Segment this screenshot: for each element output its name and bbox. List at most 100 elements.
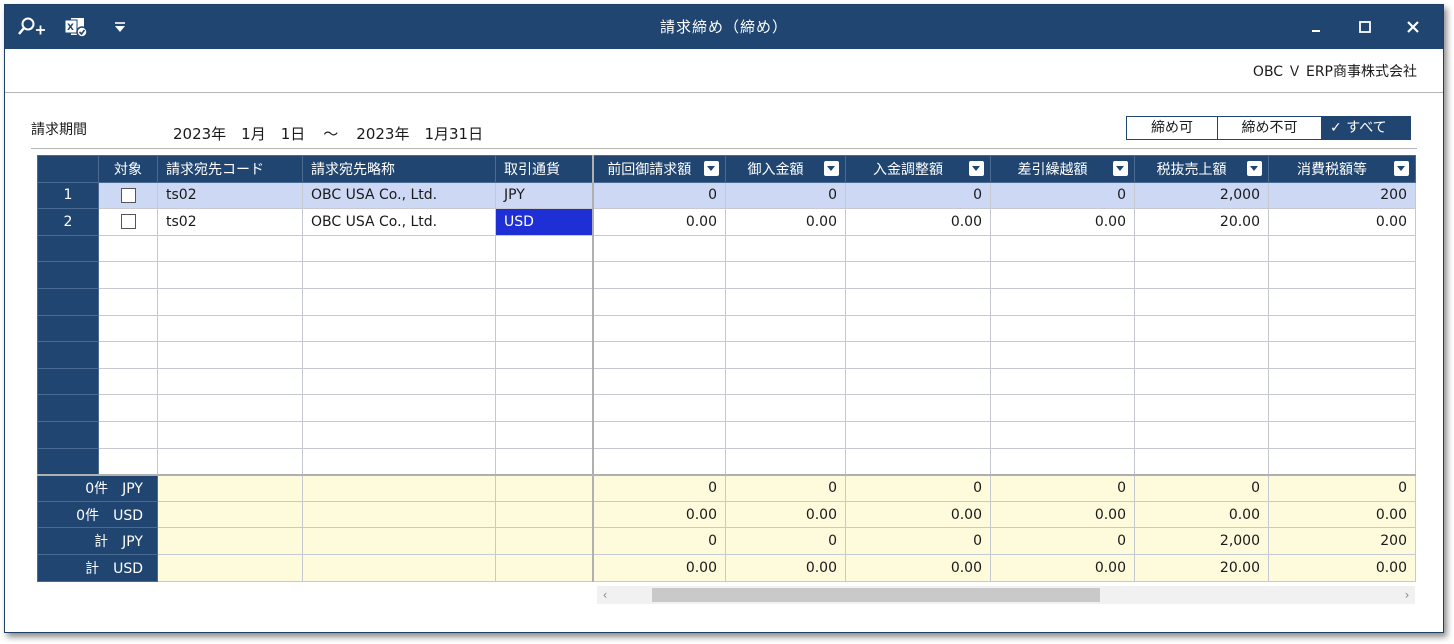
empty-cell[interactable] [725,314,846,343]
empty-cell[interactable] [98,234,158,263]
empty-cell[interactable] [302,314,496,343]
cell-name[interactable]: OBC USA Co., Ltd. [302,181,496,210]
empty-cell[interactable] [157,314,303,343]
empty-cell[interactable] [157,261,303,289]
empty-row[interactable] [37,261,1416,289]
empty-cell[interactable] [98,287,158,316]
cell-carryover[interactable]: 0.00 [990,208,1135,236]
empty-row[interactable] [37,447,1416,476]
cell-tax[interactable]: 0.00 [1268,208,1416,236]
empty-cell[interactable] [591,261,726,289]
empty-cell[interactable] [1134,234,1269,263]
empty-cell[interactable] [845,261,991,289]
minimize-button[interactable] [1293,5,1341,49]
close-button[interactable] [1389,5,1437,49]
row-checkbox-cell[interactable] [98,208,158,236]
empty-cell[interactable] [845,420,991,449]
empty-cell[interactable] [725,261,846,289]
empty-cell[interactable] [990,367,1135,396]
empty-cell[interactable] [725,341,846,369]
empty-row[interactable] [37,234,1416,263]
empty-cell[interactable] [1268,287,1416,316]
dropdown-menu-icon[interactable] [105,15,135,39]
empty-row[interactable] [37,367,1416,396]
empty-cell[interactable] [591,341,726,369]
row-number[interactable] [37,394,99,422]
empty-cell[interactable] [495,287,593,316]
empty-cell[interactable] [591,287,726,316]
empty-cell[interactable] [157,394,303,422]
empty-cell[interactable] [157,287,303,316]
row-number[interactable] [37,234,99,263]
empty-cell[interactable] [591,447,726,476]
empty-cell[interactable] [98,367,158,396]
empty-cell[interactable] [1268,341,1416,369]
empty-cell[interactable] [1268,394,1416,422]
chevron-left-icon[interactable]: ‹ [597,586,613,604]
filter-all-button[interactable]: ✓ すべて [1322,117,1410,139]
empty-cell[interactable] [302,261,496,289]
cell-prev-billing[interactable]: 0 [591,181,726,210]
empty-cell[interactable] [302,394,496,422]
cell-name[interactable]: OBC USA Co., Ltd. [302,208,496,236]
empty-cell[interactable] [1268,447,1416,476]
table-row[interactable]: 2 ts02 OBC USA Co., Ltd. USD 0.00 0.00 0… [37,208,1416,236]
cell-received[interactable]: 0 [725,181,846,210]
empty-row[interactable] [37,314,1416,343]
cell-code[interactable]: ts02 [157,181,303,210]
scrollbar-thumb[interactable] [652,588,1100,602]
empty-cell[interactable] [157,367,303,396]
horizontal-scrollbar[interactable]: ‹ › [597,586,1415,604]
empty-cell[interactable] [302,287,496,316]
filter-closable-button[interactable]: 締め可 [1127,117,1218,139]
cell-net-sales[interactable]: 20.00 [1134,208,1269,236]
empty-row[interactable] [37,394,1416,422]
cell-carryover[interactable]: 0 [990,181,1135,210]
empty-cell[interactable] [302,234,496,263]
empty-cell[interactable] [725,287,846,316]
chevron-down-icon[interactable] [704,161,719,176]
empty-cell[interactable] [990,447,1135,476]
row-number[interactable] [37,367,99,396]
empty-cell[interactable] [1134,394,1269,422]
empty-cell[interactable] [495,447,593,476]
column-header-name[interactable]: 請求宛先略称 [302,155,496,183]
empty-cell[interactable] [495,367,593,396]
empty-cell[interactable] [1268,261,1416,289]
cell-prev-billing[interactable]: 0.00 [591,208,726,236]
row-number[interactable]: 1 [37,181,99,210]
empty-cell[interactable] [98,420,158,449]
cell-received[interactable]: 0.00 [725,208,846,236]
excel-export-icon[interactable]: X [61,15,91,39]
row-checkbox[interactable] [120,214,136,230]
cell-adjustment[interactable]: 0.00 [845,208,991,236]
column-header-net-sales[interactable]: 税抜売上額 [1134,155,1269,183]
empty-cell[interactable] [845,234,991,263]
empty-cell[interactable] [157,234,303,263]
empty-cell[interactable] [302,447,496,476]
cell-currency[interactable]: USD [495,208,593,236]
empty-cell[interactable] [157,420,303,449]
empty-cell[interactable] [495,394,593,422]
empty-cell[interactable] [845,287,991,316]
empty-cell[interactable] [845,447,991,476]
empty-cell[interactable] [98,447,158,476]
empty-cell[interactable] [845,367,991,396]
empty-cell[interactable] [845,341,991,369]
empty-cell[interactable] [725,394,846,422]
row-number[interactable] [37,261,99,289]
empty-cell[interactable] [990,261,1135,289]
table-row[interactable]: 1 ts02 OBC USA Co., Ltd. JPY 0 0 0 0 2,0… [37,181,1416,210]
empty-cell[interactable] [157,341,303,369]
empty-row[interactable] [37,341,1416,369]
column-header-tax[interactable]: 消費税額等 [1268,155,1416,183]
empty-row[interactable] [37,420,1416,449]
filter-not-closable-button[interactable]: 締め不可 [1218,117,1322,139]
empty-cell[interactable] [990,420,1135,449]
empty-cell[interactable] [302,420,496,449]
empty-cell[interactable] [98,261,158,289]
empty-cell[interactable] [1134,314,1269,343]
row-number[interactable] [37,341,99,369]
row-number[interactable] [37,314,99,343]
empty-cell[interactable] [591,394,726,422]
